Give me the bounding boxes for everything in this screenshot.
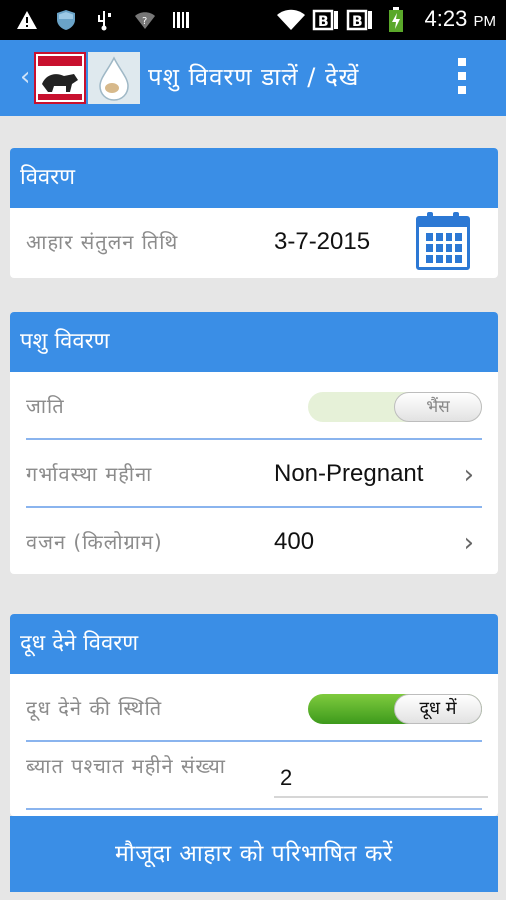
breed-label: जाति bbox=[26, 394, 65, 418]
divider bbox=[26, 808, 482, 810]
animal-header: पशु विवरण bbox=[10, 312, 498, 372]
page-title: पशु विवरण डालें / देखें bbox=[148, 63, 360, 91]
weight-value: 400 bbox=[274, 528, 315, 555]
battery-charging-icon bbox=[388, 7, 404, 32]
weight-label: वजन (किलोग्राम) bbox=[26, 530, 163, 554]
date-value[interactable]: 3-7-2015 bbox=[274, 208, 370, 276]
signal-b-icon: B bbox=[312, 8, 340, 32]
pregnancy-label: गर्भावस्था महीना bbox=[26, 462, 153, 486]
status-bar: ? B B 4:23 PM bbox=[0, 0, 506, 40]
usb-icon bbox=[96, 8, 112, 32]
barcode-icon bbox=[172, 8, 190, 32]
details-header: विवरण bbox=[10, 148, 498, 208]
svg-text:B: B bbox=[318, 14, 329, 30]
action-bar: ‹ पशु विवरण डालें / देखें bbox=[0, 40, 506, 116]
pregnancy-row[interactable]: गर्भावस्था महीना Non-Pregnant › bbox=[10, 440, 498, 508]
define-current-diet-button[interactable]: मौजूदा आहार को परिभाषित करें bbox=[10, 816, 498, 892]
chevron-right-icon[interactable]: › bbox=[464, 460, 474, 490]
overflow-menu-icon[interactable] bbox=[452, 58, 472, 100]
clock: 4:23 PM bbox=[424, 6, 496, 31]
date-label: आहार संतुलन तिथि bbox=[26, 230, 179, 254]
wifi-question-icon: ? bbox=[134, 8, 156, 32]
logo-icon[interactable] bbox=[34, 52, 86, 104]
breed-toggle-label: भैंस bbox=[394, 392, 482, 422]
breed-row: जाति भैंस bbox=[10, 372, 498, 440]
pregnancy-value: Non-Pregnant bbox=[274, 460, 424, 487]
animal-card: पशु विवरण जाति भैंस गर्भावस्था महीना Non… bbox=[10, 312, 498, 574]
milk-header: दूध देने विवरण bbox=[10, 614, 498, 674]
shield-icon bbox=[56, 8, 76, 32]
milk-status-toggle-label: दूध में bbox=[394, 694, 482, 724]
months-row: ब्यात पश्चात महीने संख्या 2 bbox=[10, 742, 498, 810]
milk-status-toggle[interactable]: दूध में bbox=[308, 694, 482, 724]
signal-b2-icon: B bbox=[346, 8, 374, 32]
months-label: ब्यात पश्चात महीने संख्या bbox=[26, 754, 226, 778]
months-input[interactable]: 2 bbox=[274, 758, 488, 798]
wifi-icon bbox=[276, 8, 306, 32]
chevron-right-icon[interactable]: › bbox=[464, 528, 474, 558]
milk-drop-logo-icon bbox=[88, 52, 140, 104]
svg-text:B: B bbox=[352, 14, 363, 30]
milk-card: दूध देने विवरण दूध देने की स्थिति दूध मे… bbox=[10, 614, 498, 816]
warning-icon bbox=[16, 8, 38, 32]
calendar-icon[interactable] bbox=[416, 212, 470, 270]
date-row: आहार संतुलन तिथि 3-7-2015 bbox=[10, 208, 498, 276]
milk-status-label: दूध देने की स्थिति bbox=[26, 696, 163, 720]
svg-text:?: ? bbox=[142, 16, 147, 27]
weight-row[interactable]: वजन (किलोग्राम) 400 › bbox=[10, 508, 498, 574]
breed-toggle[interactable]: भैंस bbox=[308, 392, 482, 422]
back-arrow-icon[interactable]: ‹ bbox=[20, 62, 30, 92]
details-card: विवरण आहार संतुलन तिथि 3-7-2015 bbox=[10, 148, 498, 278]
milk-status-row: दूध देने की स्थिति दूध में bbox=[10, 674, 498, 742]
